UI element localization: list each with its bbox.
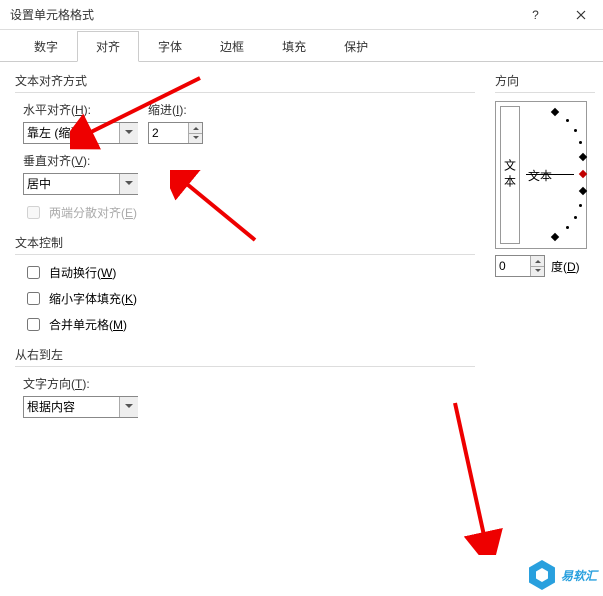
group-text-control: 文本控制 自动换行(W) 缩小字体填充(K) 合并单元格(M)	[15, 234, 475, 334]
label-degrees: 度(D)	[551, 258, 580, 275]
label-shrink: 缩小字体填充(K)	[49, 290, 137, 307]
group-title-rtl: 从右到左	[15, 346, 475, 367]
watermark: 易软汇	[529, 560, 597, 590]
tab-alignment[interactable]: 对齐	[77, 31, 139, 62]
group-title-textctrl: 文本控制	[15, 234, 475, 255]
orientation-dial-text: 文本	[528, 167, 552, 184]
field-vertical: 垂直对齐(V): 居中	[23, 152, 138, 195]
checkbox-justify	[27, 206, 40, 219]
group-rtl: 从右到左 文字方向(T): 根据内容	[15, 346, 475, 418]
group-title-align: 文本对齐方式	[15, 72, 475, 93]
tab-bar: 数字 对齐 字体 边框 填充 保护	[0, 30, 603, 62]
close-icon	[576, 10, 586, 20]
tab-protection[interactable]: 保护	[325, 31, 387, 62]
indent-spinner[interactable]	[188, 123, 202, 143]
check-shrink[interactable]: 缩小字体填充(K)	[15, 289, 475, 308]
group-orientation: 方向 文本 文本	[495, 72, 595, 430]
check-justify-distributed: 两端分散对齐(E)	[15, 203, 475, 222]
label-justify: 两端分散对齐(E)	[49, 204, 137, 221]
field-indent: 缩进(I):	[148, 101, 203, 144]
select-vertical[interactable]: 居中	[23, 173, 138, 195]
checkbox-merge[interactable]	[27, 318, 40, 331]
check-merge[interactable]: 合并单元格(M)	[15, 315, 475, 334]
window-title: 设置单元格格式	[10, 6, 513, 23]
label-wrap: 自动换行(W)	[49, 264, 116, 281]
label-merge: 合并单元格(M)	[49, 316, 127, 333]
orientation-vertical-button[interactable]: 文本	[500, 106, 520, 244]
orientation-vertical-text: 文本	[502, 159, 519, 191]
field-horizontal: 水平对齐(H): 靠左 (缩进)	[23, 101, 138, 144]
tab-number[interactable]: 数字	[15, 31, 77, 62]
help-button[interactable]: ?	[513, 0, 558, 30]
tab-border[interactable]: 边框	[201, 31, 263, 62]
tab-font[interactable]: 字体	[139, 31, 201, 62]
orientation-box: 文本 文本	[495, 101, 587, 249]
watermark-logo-icon	[529, 560, 555, 590]
select-horizontal[interactable]: 靠左 (缩进)	[23, 122, 138, 144]
titlebar: 设置单元格格式 ?	[0, 0, 603, 30]
field-text-direction: 文字方向(T): 根据内容	[23, 375, 138, 418]
tab-fill[interactable]: 填充	[263, 31, 325, 62]
label-text-direction: 文字方向(T):	[23, 375, 138, 392]
degrees-spinner[interactable]	[530, 256, 544, 276]
watermark-text: 易软汇	[561, 567, 597, 584]
check-wrap[interactable]: 自动换行(W)	[15, 263, 475, 282]
content: 文本对齐方式 水平对齐(H): 靠左 (缩进) 缩进(I):	[0, 62, 603, 440]
checkbox-wrap[interactable]	[27, 266, 40, 279]
label-indent: 缩进(I):	[148, 101, 203, 118]
checkbox-shrink[interactable]	[27, 292, 40, 305]
orientation-dial[interactable]: 文本	[524, 106, 582, 244]
degree-row: 度(D)	[495, 255, 595, 277]
label-horizontal: 水平对齐(H):	[23, 101, 138, 118]
label-vertical: 垂直对齐(V):	[23, 152, 138, 169]
close-button[interactable]	[558, 0, 603, 30]
group-title-orientation: 方向	[495, 72, 595, 93]
group-text-align: 文本对齐方式 水平对齐(H): 靠左 (缩进) 缩进(I):	[15, 72, 475, 222]
select-text-direction[interactable]: 根据内容	[23, 396, 138, 418]
left-pane: 文本对齐方式 水平对齐(H): 靠左 (缩进) 缩进(I):	[15, 72, 475, 430]
